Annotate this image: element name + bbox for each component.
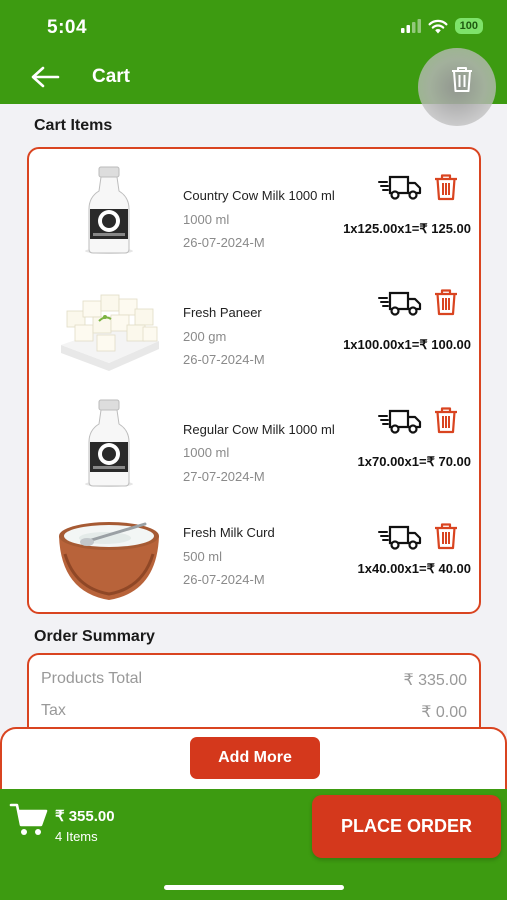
cart-item: Fresh Milk Curd 500 ml 26-07-2024-M 1x40… — [29, 510, 479, 620]
item-price-calculation: 1x70.00x1=₹ 70.00 — [357, 454, 471, 469]
cart-item: Regular Cow Milk 1000 ml 1000 ml 27-07-2… — [29, 393, 479, 503]
delivery-truck-icon[interactable] — [378, 289, 422, 317]
item-delivery-date: 26-07-2024-M — [183, 352, 265, 367]
status-icons: 100 — [400, 18, 483, 34]
item-price-calculation: 1x125.00x1=₹ 125.00 — [343, 221, 471, 236]
checkout-bar: ₹ 355.00 4 Items PLACE ORDER — [0, 789, 507, 900]
delivery-truck-icon[interactable] — [378, 173, 422, 201]
arrow-left-icon — [31, 66, 60, 88]
cart-items-title: Cart Items — [34, 117, 113, 134]
tax-label: Tax — [41, 702, 66, 719]
cart-total-amount: ₹ 355.00 — [55, 808, 115, 825]
delete-item-icon[interactable] — [432, 522, 460, 550]
delivery-truck-icon[interactable] — [378, 523, 422, 551]
paneer-image — [61, 294, 159, 371]
item-price-calculation: 1x100.00x1=₹ 100.00 — [343, 337, 471, 352]
item-size: 200 gm — [183, 329, 227, 344]
item-size: 1000 ml — [183, 445, 230, 460]
item-size: 1000 ml — [183, 212, 230, 227]
cart-items-count: 4 Items — [55, 829, 98, 844]
item-delivery-date: 26-07-2024-M — [183, 572, 265, 587]
milk-bottle-image — [85, 166, 133, 254]
products-total-row: Products Total ₹ 335.00 — [41, 670, 467, 690]
clear-cart-button[interactable] — [418, 48, 496, 126]
home-indicator — [164, 885, 344, 890]
delete-item-icon[interactable] — [432, 406, 460, 434]
page-title: Cart — [92, 66, 131, 87]
shopping-cart-icon — [9, 803, 48, 835]
tax-value: ₹ 0.00 — [421, 704, 467, 721]
status-time: 5:04 — [47, 17, 88, 38]
signal-icon — [400, 19, 421, 33]
order-summary-title: Order Summary — [34, 628, 155, 645]
item-size: 500 ml — [183, 549, 223, 564]
delete-item-icon[interactable] — [432, 173, 460, 201]
item-price-calculation: 1x40.00x1=₹ 40.00 — [357, 561, 471, 576]
wifi-icon — [428, 19, 448, 33]
cart-item: Country Cow Milk 1000 ml 1000 ml 26-07-2… — [29, 159, 479, 269]
place-order-button[interactable]: PLACE ORDER — [312, 795, 501, 858]
item-delivery-date: 26-07-2024-M — [183, 235, 265, 250]
cart-item: Fresh Paneer 200 gm 26-07-2024-M 1x100.0… — [29, 276, 479, 386]
trash-icon — [452, 67, 472, 92]
tax-row: Tax ₹ 0.00 — [41, 702, 467, 722]
products-total-value: ₹ 335.00 — [403, 672, 467, 689]
back-button[interactable] — [30, 65, 62, 91]
milk-bottle-image — [85, 399, 133, 487]
add-more-button[interactable]: Add More — [190, 737, 320, 779]
item-name: Fresh Milk Curd — [183, 525, 275, 540]
cart-items-list: Country Cow Milk 1000 ml 1000 ml 26-07-2… — [27, 147, 481, 614]
battery-indicator: 100 — [454, 18, 483, 34]
add-more-panel: Add More — [0, 727, 507, 791]
curd-bowl-image — [59, 522, 159, 600]
delivery-truck-icon[interactable] — [378, 407, 422, 435]
delete-item-icon[interactable] — [432, 288, 460, 316]
item-delivery-date: 27-07-2024-M — [183, 469, 265, 484]
item-name: Country Cow Milk 1000 ml — [183, 188, 335, 203]
item-name: Regular Cow Milk 1000 ml — [183, 422, 335, 437]
item-name: Fresh Paneer — [183, 305, 262, 320]
products-total-label: Products Total — [41, 670, 143, 687]
